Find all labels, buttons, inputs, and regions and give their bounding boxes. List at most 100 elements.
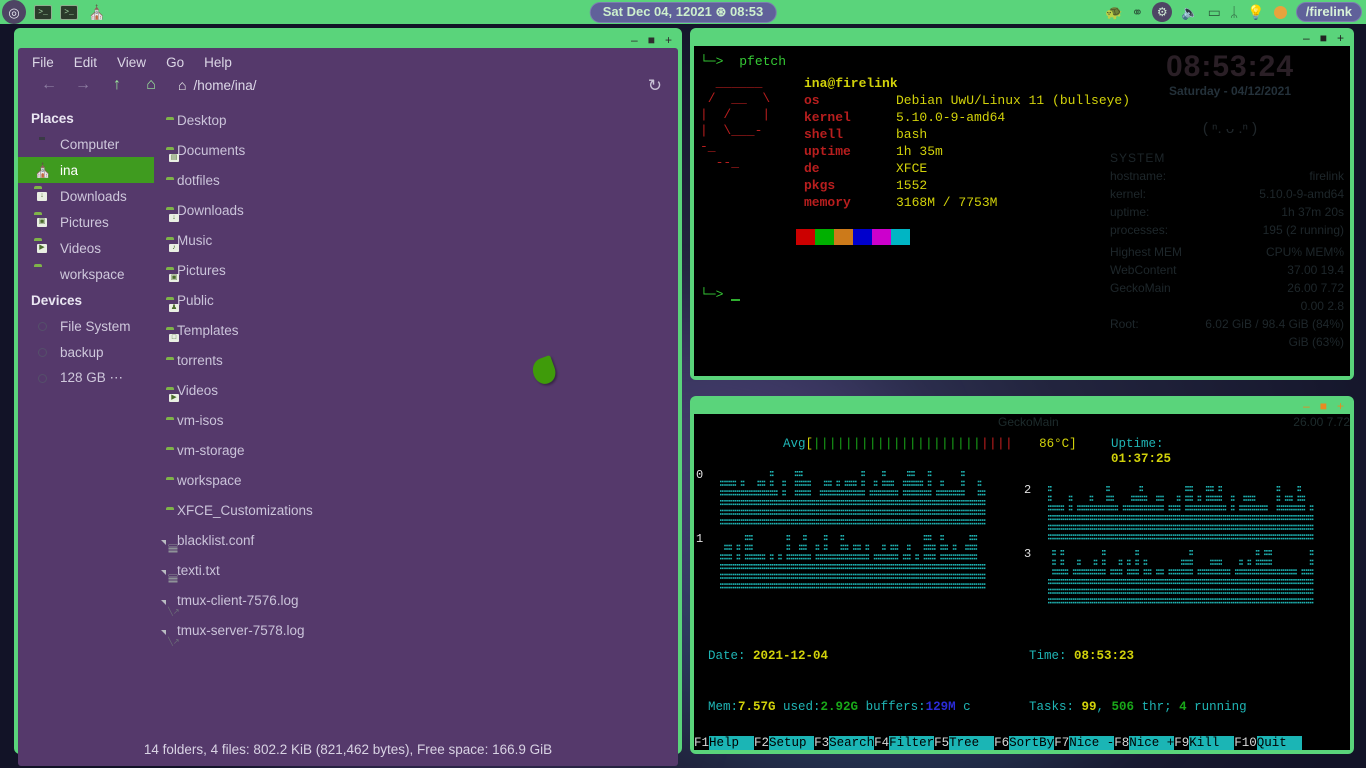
fkey-number[interactable]: F1 <box>694 736 710 750</box>
forward-button[interactable]: → <box>66 77 100 93</box>
file-row[interactable]: texti.txt <box>160 555 678 585</box>
menubar: File Edit View Go Help <box>18 48 678 75</box>
sidebar-item-videos[interactable]: ▶ Videos <box>18 235 154 261</box>
tools-icon[interactable]: ⚙ <box>1152 2 1173 22</box>
redshift-icon[interactable] <box>1273 5 1287 19</box>
fkey-number[interactable]: F2 <box>754 736 770 750</box>
file-row[interactable]: blacklist.conf <box>160 525 678 555</box>
file-manager-titlebar[interactable]: – ■ + <box>18 32 678 48</box>
sidebar-item-label: Computer <box>60 136 120 152</box>
file-list[interactable]: Desktop ▤ Documents dotfiles ↓ Downloads ♪ Musi… <box>154 101 678 732</box>
whisker-menu-icon[interactable]: ◎ <box>2 0 26 24</box>
pfetch-info: ina@firelink os Debian UwU/Linux 11 (bull… <box>804 75 1130 211</box>
htop-screen[interactable]: GeckoMain 26.00 7.72 Avg[|||||||||||||||… <box>694 414 1350 750</box>
fkey-number[interactable]: F5 <box>934 736 950 750</box>
minimize-button[interactable]: – <box>1303 32 1310 44</box>
sidebar-item-pictures[interactable]: ▣ Pictures <box>18 209 154 235</box>
fkey-label[interactable]: Setup <box>769 736 815 750</box>
fkey-label[interactable]: Help <box>709 736 755 750</box>
fkey-number[interactable]: F7 <box>1054 736 1070 750</box>
menu-file[interactable]: File <box>32 55 54 70</box>
fkey-label[interactable]: Tree <box>949 736 995 750</box>
bulb-icon[interactable]: 💡 <box>1247 5 1264 19</box>
uptime-label: Uptime: <box>1111 437 1164 451</box>
file-row[interactable]: Desktop <box>160 105 678 135</box>
file-row[interactable]: ↓ Downloads <box>160 195 678 225</box>
fkey-number[interactable]: F3 <box>814 736 830 750</box>
avg-red-bars: |||| <box>981 437 1014 451</box>
fkey-label[interactable]: Kill <box>1189 736 1235 750</box>
sidebar-item-backup[interactable]: backup <box>18 339 154 365</box>
prompt-symbol: └─> <box>700 54 724 69</box>
sidebar-item-file-system[interactable]: File System <box>18 313 154 339</box>
pfetch-value: 1552 <box>896 178 928 193</box>
close-button[interactable]: + <box>1337 400 1344 412</box>
file-row[interactable]: vm-storage <box>160 435 678 465</box>
sidebar-item-workspace[interactable]: workspace <box>18 261 154 287</box>
htop-stats-left: Date: 2021-12-04 Mem:7.57G used:2.92G bu… <box>708 614 1029 750</box>
file-row[interactable]: XFCE_Customizations <box>160 495 678 525</box>
path-bar[interactable]: ⌂ /home/ina/ <box>178 77 257 93</box>
menu-help[interactable]: Help <box>204 55 232 70</box>
panel-clock[interactable]: Sat Dec 04, 12021 ⊛ 08:53 <box>589 1 777 23</box>
close-button[interactable]: + <box>665 34 672 46</box>
bluetooth-icon[interactable]: ᛦ <box>1230 5 1238 19</box>
fkey-number[interactable]: F10 <box>1234 736 1257 750</box>
terminal-launcher-1-icon[interactable]: >_ <box>34 4 52 20</box>
reload-icon[interactable]: ↻ <box>648 76 662 96</box>
terminal-screen[interactable]: 08:53:24 Saturday - 04/12/2021 ( ⁿ. ᴗ .ⁿ… <box>694 46 1350 376</box>
file-row[interactable]: □ Templates <box>160 315 678 345</box>
fkey-label[interactable]: Nice - <box>1069 736 1115 750</box>
file-row[interactable]: ╲↗ tmux-client-7576.log <box>160 585 678 616</box>
sidebar-item-computer[interactable]: Computer <box>18 131 154 157</box>
maximize-button[interactable]: ■ <box>648 34 655 46</box>
maximize-button[interactable]: ■ <box>1320 32 1327 44</box>
display-icon[interactable]: ▭ <box>1208 5 1221 19</box>
close-button[interactable]: + <box>1337 32 1344 44</box>
file-row[interactable]: ▣ Pictures <box>160 255 678 285</box>
file-row[interactable]: ♟ Public <box>160 285 678 315</box>
fkey-number[interactable]: F9 <box>1174 736 1190 750</box>
frog-icon[interactable]: ⚭ <box>1132 5 1144 19</box>
menu-edit[interactable]: Edit <box>74 55 97 70</box>
htop-titlebar[interactable]: – ■ + <box>694 400 1350 414</box>
terminal-titlebar[interactable]: – ■ + <box>694 32 1350 46</box>
file-row[interactable]: ♪ Music <box>160 225 678 255</box>
fkey-number[interactable]: F4 <box>874 736 890 750</box>
pfetch-ascii-logo: ______ / __ \ | / | | \___- -_ --_ <box>700 75 771 170</box>
terminal-launcher-2-icon[interactable]: >_ <box>60 4 78 20</box>
file-row[interactable]: torrents <box>160 345 678 375</box>
volume-icon[interactable]: 🔈 <box>1181 5 1198 19</box>
fkey-number[interactable]: F8 <box>1114 736 1130 750</box>
menu-go[interactable]: Go <box>166 55 184 70</box>
maximize-button[interactable]: ■ <box>1320 400 1327 412</box>
fkey-label[interactable]: Filter <box>889 736 935 750</box>
file-row[interactable]: ▤ Documents <box>160 135 678 165</box>
function-key-bar[interactable]: F1Help F2Setup F3SearchF4FilterF5Tree F6… <box>694 736 1350 750</box>
menu-view[interactable]: View <box>117 55 146 70</box>
fkey-label[interactable]: Quit <box>1256 736 1302 750</box>
file-row[interactable]: ▶ Videos <box>160 375 678 405</box>
minimize-button[interactable]: – <box>1303 400 1310 412</box>
palette-swatch <box>815 229 834 245</box>
date-value: 2021-12-04 <box>753 649 829 663</box>
back-button[interactable]: ← <box>32 77 66 93</box>
fkey-label[interactable]: Search <box>829 736 875 750</box>
home-launcher-icon[interactable]: ⛪ <box>88 5 105 19</box>
file-row[interactable]: dotfiles <box>160 165 678 195</box>
file-row[interactable]: ╲↗ tmux-server-7578.log <box>160 615 678 646</box>
file-name: Templates <box>177 322 239 338</box>
duck-icon[interactable]: 🐢 <box>1105 5 1122 19</box>
hostname-label[interactable]: /firelink <box>1295 2 1362 22</box>
sidebar-item-128gb[interactable]: 128 GB ⋯ <box>18 365 154 391</box>
minimize-button[interactable]: – <box>631 34 638 46</box>
fkey-label[interactable]: SortBy <box>1009 736 1055 750</box>
up-button[interactable]: ↑ <box>100 77 134 93</box>
fkey-number[interactable]: F6 <box>994 736 1010 750</box>
sidebar-item-ina[interactable]: ⛪ ina <box>18 157 154 183</box>
file-row[interactable]: workspace <box>160 465 678 495</box>
sidebar-item-downloads[interactable]: ↓ Downloads <box>18 183 154 209</box>
file-row[interactable]: vm-isos <box>160 405 678 435</box>
fkey-label[interactable]: Nice + <box>1129 736 1175 750</box>
home-button[interactable]: ⌂ <box>134 77 168 93</box>
